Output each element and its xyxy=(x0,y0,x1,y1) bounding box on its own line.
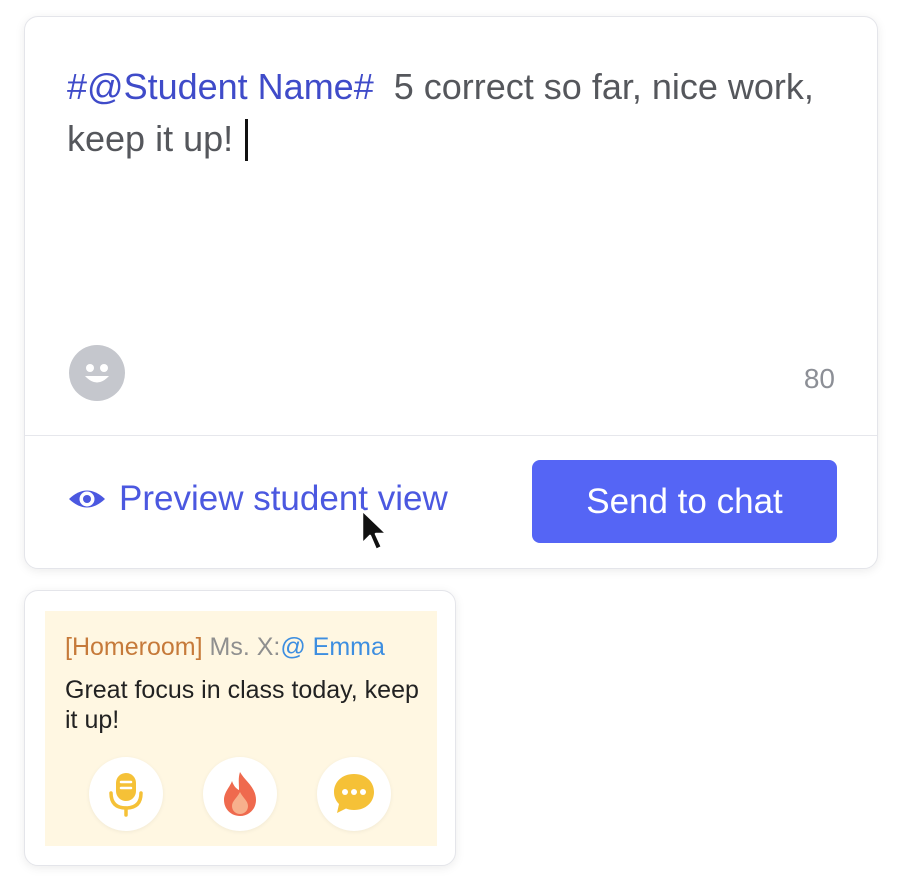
microphone-icon xyxy=(109,773,143,817)
emoji-button[interactable] xyxy=(69,345,125,401)
eye-icon xyxy=(69,490,105,508)
divider xyxy=(25,435,877,436)
character-count: 80 xyxy=(803,363,835,394)
message-editor[interactable]: #@Student Name# 5 correct so far, nice w… xyxy=(67,61,827,165)
comment-reaction-button[interactable] xyxy=(317,757,391,831)
student-name-token[interactable]: #@Student Name# xyxy=(67,66,374,107)
message-composer: #@Student Name# 5 correct so far, nice w… xyxy=(24,16,878,569)
sender-name: Ms. X: xyxy=(209,633,281,661)
fire-icon xyxy=(224,772,256,816)
text-caret xyxy=(245,119,249,161)
class-tag: [Homeroom] xyxy=(65,633,203,661)
voice-reaction-button[interactable] xyxy=(89,757,163,831)
send-to-chat-button[interactable]: Send to chat xyxy=(532,460,837,543)
chat-bubble-icon xyxy=(334,774,374,813)
fire-reaction-button[interactable] xyxy=(203,757,277,831)
chat-preview-card: [Homeroom] Ms. X:@ Emma Great focus in c… xyxy=(24,590,456,866)
preview-student-view-label: Preview student view xyxy=(119,479,448,518)
student-mention: @ Emma xyxy=(280,633,385,661)
message-body: Great focus in class today, keep it up! xyxy=(65,676,419,734)
smiley-icon xyxy=(85,364,109,383)
mouse-pointer-icon xyxy=(360,508,389,552)
message-header: [Homeroom] Ms. X:@ Emma xyxy=(65,633,385,662)
chat-message-bubble: [Homeroom] Ms. X:@ Emma Great focus in c… xyxy=(45,611,437,846)
